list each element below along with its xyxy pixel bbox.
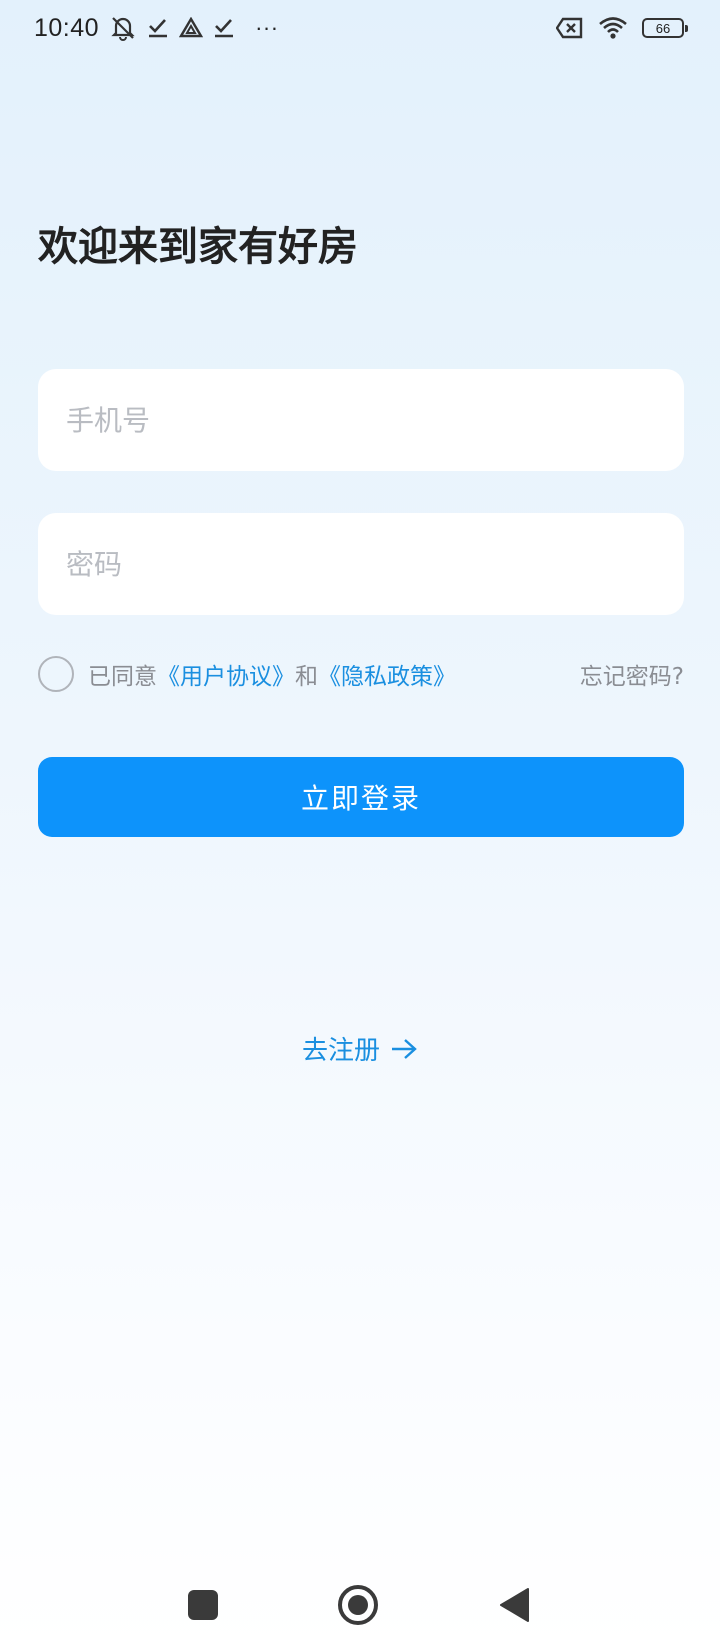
agree-prefix: 已同意	[88, 664, 157, 690]
status-left: 10:40 ···	[34, 14, 279, 43]
check-download-icon	[213, 17, 235, 39]
agreement-text: 已同意 《用户协议》 和 《隐私政策》	[88, 657, 456, 691]
phone-input[interactable]	[38, 369, 684, 471]
check-download-icon	[147, 17, 169, 39]
battery-icon: 66	[642, 18, 688, 38]
agreement-row: 已同意 《用户协议》 和 《隐私政策》 忘记密码?	[38, 654, 684, 694]
mute-bell-icon	[109, 15, 137, 41]
wifi-icon	[598, 16, 628, 40]
forgot-password-link[interactable]: 忘记密码?	[580, 657, 684, 691]
password-input[interactable]	[38, 513, 684, 615]
user-agreement-link[interactable]: 《用户协议》	[157, 657, 295, 691]
status-bar: 10:40 ··· 66	[0, 0, 720, 56]
more-notifications-icon: ···	[255, 15, 279, 40]
agree-checkbox[interactable]	[38, 656, 74, 692]
status-right: 66	[556, 16, 688, 40]
navigation-bar	[0, 1560, 720, 1650]
register-label: 去注册	[301, 1036, 380, 1066]
back-icon[interactable]	[498, 1587, 532, 1623]
arrow-right-icon	[390, 1037, 418, 1061]
login-button[interactable]: 立即登录	[38, 757, 684, 837]
drive-icon	[179, 17, 204, 39]
status-time: 10:40	[34, 13, 100, 42]
privacy-policy-link[interactable]: 《隐私政策》	[318, 657, 456, 691]
home-icon[interactable]	[338, 1585, 378, 1625]
agree-and: 和	[295, 664, 318, 690]
page-title: 欢迎来到家有好房	[38, 224, 358, 270]
recent-apps-icon[interactable]	[188, 1590, 218, 1620]
register-link[interactable]: 去注册	[0, 1030, 720, 1067]
sim-off-icon	[556, 17, 584, 39]
